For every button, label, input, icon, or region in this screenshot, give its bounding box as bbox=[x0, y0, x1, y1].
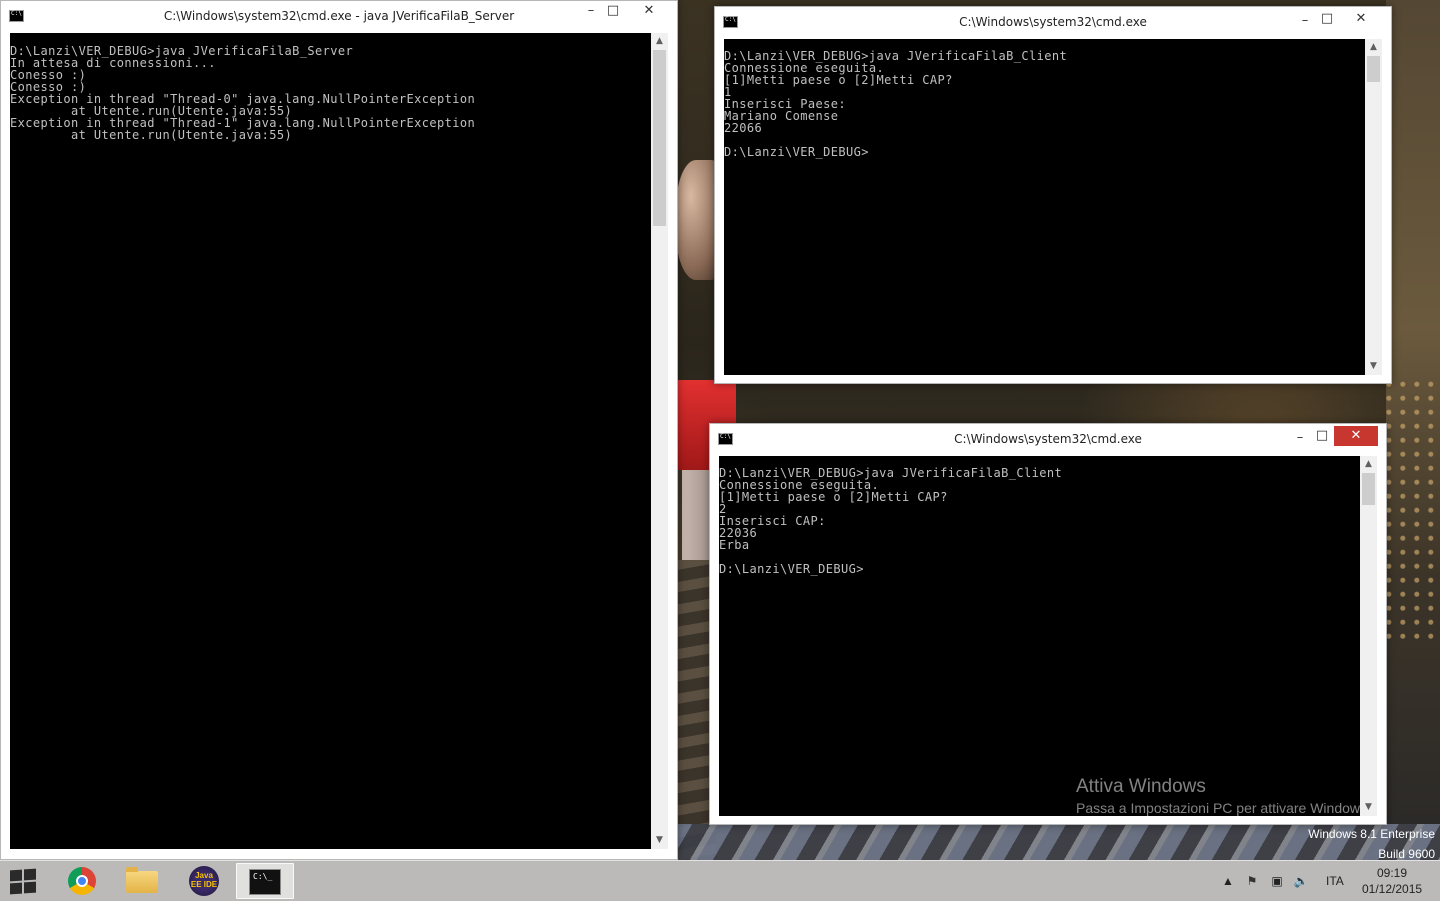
client2-console-output[interactable]: D:\Lanzi\VER_DEBUG>java JVerificaFilaB_C… bbox=[719, 456, 1360, 816]
watermark-subtitle: Passa a Impostazioni PC per attivare Win… bbox=[1076, 800, 1371, 816]
scroll-down-arrow-icon[interactable]: ▼ bbox=[1365, 358, 1382, 375]
client2-scrollbar[interactable]: ▲ ▼ bbox=[1360, 456, 1377, 816]
client1-title-bar[interactable]: C:\Windows\system32\cmd.exe – □ ✕ bbox=[715, 7, 1391, 37]
volume-muted-icon[interactable]: 🔈 bbox=[1293, 874, 1309, 888]
close-button[interactable]: ✕ bbox=[1339, 9, 1383, 31]
scroll-thumb[interactable] bbox=[1367, 56, 1380, 82]
client-cmd-window-2[interactable]: C:\Windows\system32\cmd.exe – □ ✕ D:\Lan… bbox=[709, 423, 1387, 825]
console-line: [1]Metti paese o [2]Metti CAP? bbox=[719, 490, 948, 504]
server-console-output[interactable]: D:\Lanzi\VER_DEBUG>java JVerificaFilaB_S… bbox=[10, 33, 651, 849]
clock-date: 01/12/2015 bbox=[1362, 882, 1423, 896]
console-line: 22066 bbox=[724, 121, 763, 135]
scroll-down-arrow-icon[interactable]: ▼ bbox=[651, 832, 668, 849]
client-cmd-window-1[interactable]: C:\Windows\system32\cmd.exe – □ ✕ D:\Lan… bbox=[714, 6, 1392, 384]
scroll-thumb[interactable] bbox=[1362, 473, 1375, 505]
system-tray: ▲ ⚑ ▣ 🔈 ITA 09:19 01/12/2015 bbox=[0, 861, 1440, 901]
action-center-flag-icon[interactable]: ⚑ bbox=[1244, 874, 1260, 888]
maximize-button[interactable]: □ bbox=[1313, 9, 1341, 31]
windows-edition: Windows 8.1 Enterprise Build 9600 bbox=[1308, 824, 1435, 864]
close-button[interactable]: ✕ bbox=[1334, 426, 1378, 446]
client2-console-text: D:\Lanzi\VER_DEBUG>java JVerificaFilaB_C… bbox=[719, 456, 1360, 575]
server-cmd-window[interactable]: C:\Windows\system32\cmd.exe - java JVeri… bbox=[0, 0, 678, 860]
server-title-bar[interactable]: C:\Windows\system32\cmd.exe - java JVeri… bbox=[1, 1, 677, 31]
console-line: [1]Metti paese o [2]Metti CAP? bbox=[724, 73, 953, 87]
client1-window-title: C:\Windows\system32\cmd.exe bbox=[959, 15, 1147, 29]
maximize-button[interactable]: □ bbox=[1308, 426, 1336, 448]
client1-scrollbar[interactable]: ▲ ▼ bbox=[1365, 39, 1382, 375]
server-window-title: C:\Windows\system32\cmd.exe - java JVeri… bbox=[163, 9, 515, 23]
network-icon[interactable]: ▣ bbox=[1269, 874, 1285, 888]
console-line: at Utente.run(Utente.java:55) bbox=[10, 128, 293, 142]
clock[interactable]: 09:19 01/12/2015 bbox=[1362, 865, 1422, 897]
server-console-text: D:\Lanzi\VER_DEBUG>java JVerificaFilaB_S… bbox=[10, 33, 651, 141]
activation-watermark: Attiva Windows Passa a Impostazioni PC p… bbox=[1076, 776, 1371, 818]
console-line: Erba bbox=[719, 538, 750, 552]
scroll-up-arrow-icon[interactable]: ▲ bbox=[1360, 456, 1377, 473]
scroll-thumb[interactable] bbox=[653, 50, 666, 226]
close-button[interactable]: ✕ bbox=[627, 1, 671, 23]
input-language[interactable]: ITA bbox=[1326, 874, 1344, 888]
client2-window-title: C:\Windows\system32\cmd.exe bbox=[954, 432, 1142, 446]
console-line: D:\Lanzi\VER_DEBUG> bbox=[724, 145, 869, 159]
maximize-button[interactable]: □ bbox=[599, 1, 627, 23]
scroll-up-arrow-icon[interactable]: ▲ bbox=[1365, 39, 1382, 56]
taskbar: Java EE IDE C:\_ ▲ ⚑ ▣ 🔈 ITA 09:19 01/12… bbox=[0, 860, 1440, 901]
scroll-up-arrow-icon[interactable]: ▲ bbox=[651, 33, 668, 50]
client2-title-bar[interactable]: C:\Windows\system32\cmd.exe – □ ✕ bbox=[710, 424, 1386, 454]
edition-name: Windows 8.1 Enterprise bbox=[1308, 827, 1435, 841]
show-hidden-icons-icon[interactable]: ▲ bbox=[1220, 874, 1236, 888]
client1-console-text: D:\Lanzi\VER_DEBUG>java JVerificaFilaB_C… bbox=[724, 39, 1365, 158]
console-line: D:\Lanzi\VER_DEBUG> bbox=[719, 562, 864, 576]
wallpaper-lights bbox=[1386, 380, 1440, 640]
client1-console-output[interactable]: D:\Lanzi\VER_DEBUG>java JVerificaFilaB_C… bbox=[724, 39, 1365, 375]
watermark-title: Attiva Windows bbox=[1076, 776, 1206, 797]
server-scrollbar[interactable]: ▲ ▼ bbox=[651, 33, 668, 849]
clock-time: 09:19 bbox=[1376, 866, 1408, 880]
